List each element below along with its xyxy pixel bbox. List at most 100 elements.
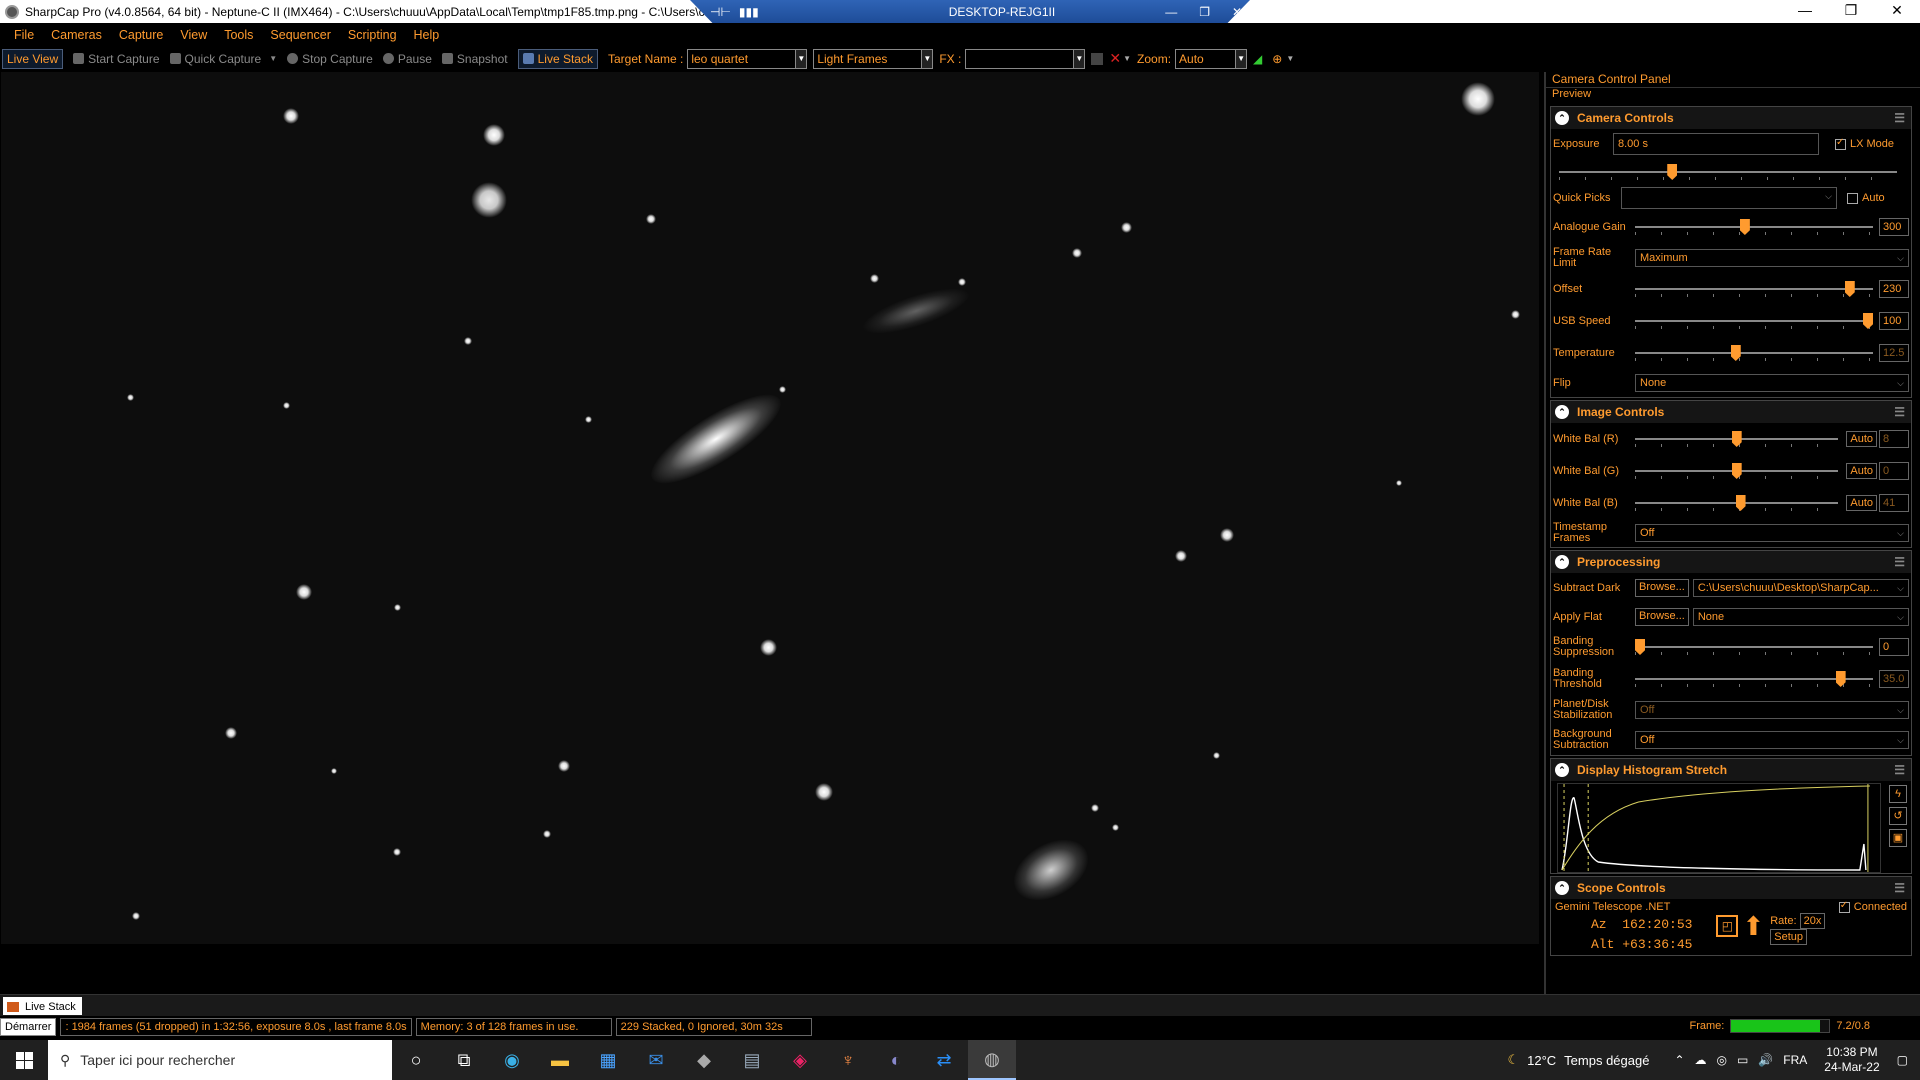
flip-dropdown[interactable]: None ⌵ bbox=[1635, 374, 1909, 392]
chevron-down-icon[interactable]: ▼ bbox=[1073, 49, 1085, 68]
target-name-combo[interactable]: leo quartet ▼ bbox=[687, 48, 808, 69]
apply-flat-dropdown[interactable]: None ⌵ bbox=[1692, 608, 1909, 626]
file-explorer-icon[interactable]: ▬ bbox=[536, 1040, 584, 1080]
language-indicator[interactable]: FRA bbox=[1783, 1053, 1807, 1067]
auto-checkbox[interactable] bbox=[1847, 192, 1858, 204]
banding-threshold-value[interactable]: 35.0 bbox=[1879, 670, 1909, 688]
app-icon[interactable]: ◆ bbox=[680, 1040, 728, 1080]
usb-speed-value[interactable]: 100 bbox=[1879, 312, 1909, 330]
close-button[interactable]: ✕ bbox=[1874, 0, 1920, 23]
weather-text[interactable]: Temps dégagé bbox=[1564, 1053, 1649, 1068]
pin-icon[interactable]: ⊣⊢ bbox=[710, 5, 731, 19]
chevron-down-icon[interactable]: ▼ bbox=[921, 49, 933, 68]
collapse-icon[interactable]: ⌃ bbox=[1555, 763, 1569, 777]
menu-sequencer[interactable]: Sequencer bbox=[270, 28, 330, 42]
taskbar-search[interactable]: ⚲ Taper ici pour rechercher bbox=[48, 1040, 392, 1080]
quick-capture-button[interactable]: Quick Capture ▼ bbox=[169, 52, 277, 66]
collapse-icon[interactable]: ⌃ bbox=[1555, 405, 1569, 419]
menu-view[interactable]: View bbox=[180, 28, 207, 42]
menu-icon[interactable]: ☰ bbox=[1894, 405, 1905, 419]
pause-button[interactable]: Pause bbox=[382, 52, 432, 66]
timestamp-dropdown[interactable]: Off ⌵ bbox=[1635, 524, 1909, 542]
firecapture-icon[interactable]: ♆ bbox=[824, 1040, 872, 1080]
setup-button[interactable]: Setup bbox=[1770, 929, 1807, 945]
menu-file[interactable]: File bbox=[14, 28, 34, 42]
menu-capture[interactable]: Capture bbox=[119, 28, 163, 42]
histogram-plot[interactable] bbox=[1557, 783, 1881, 873]
network-icon[interactable]: ▭ bbox=[1737, 1053, 1748, 1067]
wb-r-slider[interactable] bbox=[1635, 430, 1839, 448]
cortana-icon[interactable]: ○ bbox=[392, 1040, 440, 1080]
save-icon[interactable]: ▣ bbox=[1889, 829, 1907, 847]
analogue-gain-slider[interactable] bbox=[1635, 218, 1873, 236]
background-subtraction-dropdown[interactable]: Off ⌵ bbox=[1635, 731, 1909, 749]
usb-speed-slider[interactable] bbox=[1635, 312, 1873, 330]
wb-b-slider[interactable] bbox=[1635, 494, 1839, 512]
chevron-down-icon[interactable]: ▼ bbox=[1235, 49, 1247, 68]
restore-button[interactable]: ❐ bbox=[1828, 0, 1874, 23]
scope-controls-header[interactable]: ⌃ Scope Controls ☰ bbox=[1551, 877, 1911, 899]
histogram-header[interactable]: ⌃ Display Histogram Stretch ☰ bbox=[1551, 759, 1911, 781]
exposure-slider[interactable] bbox=[1559, 163, 1897, 181]
start-capture-button[interactable]: Start Capture bbox=[73, 52, 160, 66]
banding-suppression-value[interactable]: 0 bbox=[1879, 638, 1909, 656]
chevron-up-icon[interactable]: ⌃ bbox=[1674, 1053, 1684, 1067]
live-view-button[interactable]: Live View bbox=[2, 48, 64, 69]
camera-controls-header[interactable]: ⌃ Camera Controls ☰ bbox=[1551, 107, 1911, 129]
stop-capture-button[interactable]: Stop Capture bbox=[287, 52, 373, 66]
wb-r-value[interactable]: 8 bbox=[1879, 430, 1909, 448]
remote-desktop-bar[interactable]: ⊣⊢ ▮▮▮ DESKTOP-REJG1II — ❐ ✕ bbox=[690, 0, 1250, 23]
collapse-icon[interactable]: ⌃ bbox=[1555, 111, 1569, 125]
minimize-button[interactable]: — bbox=[1782, 0, 1828, 23]
stellarium-icon[interactable]: ◐ bbox=[872, 1040, 920, 1080]
menu-tools[interactable]: Tools bbox=[224, 28, 253, 42]
camera-tray-icon[interactable]: ◎ bbox=[1717, 1053, 1727, 1067]
teamviewer-icon[interactable]: ⇄ bbox=[920, 1040, 968, 1080]
stabilization-dropdown[interactable]: Off ⌵ bbox=[1635, 701, 1909, 719]
chevron-down-icon[interactable]: ▼ bbox=[1286, 54, 1294, 63]
menu-scripting[interactable]: Scripting bbox=[348, 28, 397, 42]
frame-rate-dropdown[interactable]: Maximum ⌵ bbox=[1635, 249, 1909, 267]
banding-threshold-slider[interactable] bbox=[1635, 670, 1873, 688]
preprocessing-header[interactable]: ⌃ Preprocessing ☰ bbox=[1551, 551, 1911, 573]
wb-g-slider[interactable] bbox=[1635, 462, 1839, 480]
collapse-icon[interactable]: ⌃ bbox=[1555, 555, 1569, 569]
wb-b-auto-button[interactable]: Auto bbox=[1846, 495, 1877, 511]
fx-combo[interactable]: ▼ bbox=[965, 48, 1086, 69]
wb-g-auto-button[interactable]: Auto bbox=[1846, 463, 1877, 479]
analogue-gain-value[interactable]: 300 bbox=[1879, 218, 1909, 236]
quick-picks-dropdown[interactable]: ⌵ bbox=[1621, 187, 1837, 209]
rate-dropdown[interactable]: 20x bbox=[1799, 913, 1826, 929]
image-controls-header[interactable]: ⌃ Image Controls ☰ bbox=[1551, 401, 1911, 423]
wb-b-value[interactable]: 41 bbox=[1879, 494, 1909, 512]
menu-cameras[interactable]: Cameras bbox=[51, 28, 102, 42]
banding-suppression-slider[interactable] bbox=[1635, 638, 1873, 656]
arrow-up-icon[interactable]: ⬆ bbox=[1742, 913, 1764, 955]
zoom-icon[interactable]: ⊕ bbox=[1272, 52, 1282, 66]
frame-type-combo[interactable]: Light Frames ▼ bbox=[813, 48, 934, 69]
wb-g-value[interactable]: 0 bbox=[1879, 462, 1909, 480]
exposure-input[interactable]: 8.00 s bbox=[1613, 133, 1819, 155]
rd-minimize-button[interactable]: — bbox=[1165, 5, 1177, 19]
chevron-down-icon[interactable]: ▼ bbox=[269, 54, 277, 63]
goto-icon[interactable]: ◰ bbox=[1716, 915, 1739, 937]
zoom-combo[interactable]: Auto ▼ bbox=[1175, 48, 1248, 69]
menu-help[interactable]: Help bbox=[414, 28, 440, 42]
chevron-down-icon[interactable]: ▼ bbox=[795, 49, 807, 68]
notifications-icon[interactable]: ▢ bbox=[1897, 1053, 1908, 1067]
snapshot-button[interactable]: Snapshot bbox=[441, 52, 508, 66]
wb-r-auto-button[interactable]: Auto bbox=[1846, 431, 1877, 447]
histogram-icon[interactable]: ◢ bbox=[1253, 52, 1262, 66]
task-view-icon[interactable]: ⧉ bbox=[440, 1040, 488, 1080]
subtract-dark-dropdown[interactable]: C:\Users\chuuu\Desktop\SharpCap... ⌵ bbox=[1692, 579, 1909, 597]
connected-checkbox[interactable] bbox=[1838, 900, 1850, 913]
subtract-dark-browse-button[interactable]: Browse... bbox=[1635, 579, 1689, 597]
rd-restore-button[interactable]: ❐ bbox=[1199, 5, 1210, 19]
menu-icon[interactable]: ☰ bbox=[1894, 111, 1905, 125]
mail-icon[interactable]: ✉ bbox=[632, 1040, 680, 1080]
store-icon[interactable]: ▦ bbox=[584, 1040, 632, 1080]
collapse-icon[interactable]: ⌃ bbox=[1555, 881, 1569, 895]
live-image-view[interactable] bbox=[1, 72, 1539, 944]
menu-icon[interactable]: ☰ bbox=[1894, 555, 1905, 569]
apply-flat-browse-button[interactable]: Browse... bbox=[1635, 608, 1689, 626]
